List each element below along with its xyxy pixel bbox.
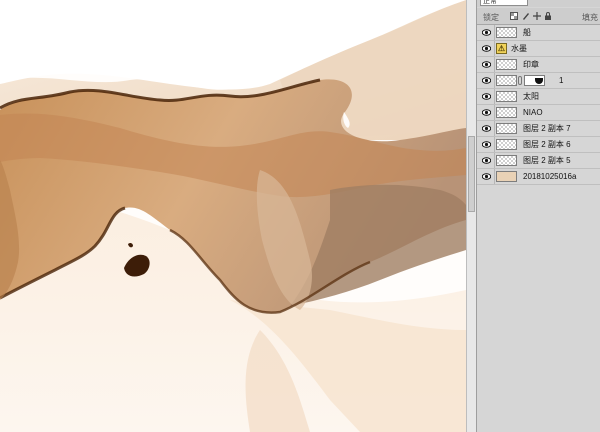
layer-row[interactable]: 印章 (477, 57, 600, 73)
lock-all-icon[interactable] (544, 12, 552, 20)
layer-thumbnail (496, 123, 517, 134)
layer-thumbnail (496, 75, 517, 86)
layer-name: 水墨 (511, 44, 527, 53)
layer-name: 图层 2 副本 5 (523, 156, 571, 165)
smart-object-warning-icon: ⚠ (496, 43, 507, 54)
layer-thumbnail (496, 91, 517, 102)
chain-link-icon[interactable] (518, 76, 522, 85)
layer-row[interactable]: 图层 2 副本 5 (477, 153, 600, 169)
layer-name: 1 (559, 76, 564, 85)
layer-row[interactable]: NIAO (477, 105, 600, 121)
layer-row[interactable]: 1 (477, 73, 600, 89)
lock-transparent-pixels-icon[interactable] (510, 12, 518, 20)
layer-thumbnail (496, 107, 517, 118)
visibility-eye-icon[interactable] (481, 157, 492, 164)
panel-top-strip: 正常 (477, 0, 600, 7)
visibility-eye-icon[interactable] (481, 125, 492, 132)
blend-mode-select[interactable]: 正常 (480, 0, 528, 6)
row-divider (494, 41, 495, 56)
visibility-eye-icon[interactable] (481, 109, 492, 116)
visibility-eye-icon[interactable] (481, 29, 492, 36)
canvas-scrollbar[interactable] (466, 0, 477, 432)
lock-label: 锁定 (483, 13, 499, 22)
visibility-eye-icon[interactable] (481, 141, 492, 148)
layer-row[interactable]: 图层 2 副本 7 (477, 121, 600, 137)
layer-thumbnail (496, 155, 517, 166)
layer-name: 太阳 (523, 92, 539, 101)
layer-thumbnail (496, 27, 517, 38)
layer-thumbnail (496, 59, 517, 70)
layer-row[interactable]: 20181025016a (477, 169, 600, 185)
layer-thumbnail (496, 171, 517, 182)
visibility-eye-icon[interactable] (481, 61, 492, 68)
layer-name: 船 (523, 28, 531, 37)
lock-position-icon[interactable] (533, 12, 541, 20)
ink-wash-artwork (0, 0, 466, 432)
layers-panel: 正常 锁定 填充 船 ⚠ 水墨 印章 1 太阳 NIAO 图层 2 副本 7 图… (477, 0, 600, 432)
layer-name: NIAO (523, 108, 543, 117)
layer-row[interactable]: ⚠ 水墨 (477, 41, 600, 57)
layer-row[interactable]: 船 (477, 25, 600, 41)
document-canvas[interactable] (0, 0, 466, 432)
row-divider (494, 73, 495, 88)
scrollbar-thumb[interactable] (468, 136, 475, 212)
visibility-eye-icon[interactable] (481, 45, 492, 52)
layer-mask-thumbnail[interactable] (524, 75, 545, 86)
row-divider (494, 89, 495, 104)
row-divider (494, 169, 495, 184)
row-divider (494, 57, 495, 72)
visibility-eye-icon[interactable] (481, 93, 492, 100)
row-divider (494, 121, 495, 136)
layer-thumbnail (496, 139, 517, 150)
row-divider (494, 153, 495, 168)
layers-list: 船 ⚠ 水墨 印章 1 太阳 NIAO 图层 2 副本 7 图层 2 副本 6 … (477, 25, 600, 185)
layer-row[interactable]: 太阳 (477, 89, 600, 105)
visibility-eye-icon[interactable] (481, 77, 492, 84)
visibility-eye-icon[interactable] (481, 173, 492, 180)
row-divider (494, 105, 495, 120)
lock-image-pixels-icon[interactable] (522, 12, 530, 20)
layer-row[interactable]: 图层 2 副本 6 (477, 137, 600, 153)
layer-name: 印章 (523, 60, 539, 69)
fill-label: 填充 (582, 13, 598, 22)
layer-name: 20181025016a (523, 172, 577, 181)
lock-row: 锁定 填充 (477, 8, 600, 25)
row-divider (494, 25, 495, 40)
layer-name: 图层 2 副本 7 (523, 124, 571, 133)
layer-name: 图层 2 副本 6 (523, 140, 571, 149)
row-divider (494, 137, 495, 152)
